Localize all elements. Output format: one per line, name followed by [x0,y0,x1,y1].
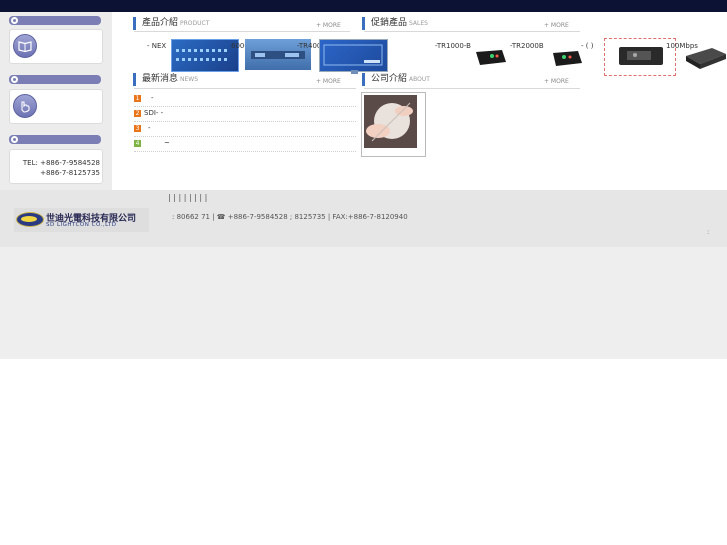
news-text[interactable]: SDI- - [144,109,163,117]
product-section-title: 產品介紹 PRODUCT [133,17,209,30]
sales-title-en: SALES [409,20,428,27]
left-sidebar: TEL: +886-7-9584528 +886-7-8125735 [0,12,112,190]
news-number-badge: 4 [134,140,141,147]
about-section-title: 公司介紹 ABOUT [362,73,430,86]
footer-right-mark: : [707,228,710,236]
news-row[interactable]: 4 ~ [134,136,356,152]
product-item-1[interactable]: - NEX [147,42,166,50]
news-row[interactable]: 2 SDI- - [134,106,356,122]
divider [134,88,356,89]
news-text[interactable]: ~ [164,139,170,147]
sales-more-link[interactable]: + MORE [544,22,569,29]
news-row[interactable]: 3 - [134,121,356,137]
sidebar-box-phone: TEL: +886-7-9584528 +886-7-8125735 [9,149,103,184]
about-photo[interactable] [361,92,426,157]
sales-item-2[interactable]: -TR2000B [510,42,544,50]
divider [134,31,350,32]
about-title-en: ABOUT [409,76,430,83]
sales-thumbnail-1[interactable] [472,44,510,70]
news-number-badge: 3 [134,125,141,132]
sidebar-header-2 [9,75,101,84]
sales-item-1[interactable]: -TR1000-B [435,42,471,50]
sidebar-box-catalog[interactable] [9,29,103,64]
sidebar-header-3 [9,135,101,144]
news-row[interactable]: 1 - [134,91,356,107]
divider [364,88,580,89]
divider [364,31,580,32]
book-icon[interactable] [13,34,37,58]
footer-address-line: : 80662 71 | ☎ +886-7-9584528 ; 8125735 … [172,213,408,221]
company-logo-icon [16,212,44,227]
footer-nav-links[interactable]: | | | | | | | | [168,193,207,202]
phone-number-2: +886-7-8125735 [40,169,100,177]
product-thumbnail-1[interactable] [171,39,239,72]
sales-section-title: 促銷產品 SALES [362,17,428,30]
bullet-icon [11,136,18,143]
sales-title-cn: 促銷產品 [371,18,408,28]
about-title-cn: 公司介紹 [371,74,408,84]
sales-thumbnail-4[interactable] [682,42,727,72]
hand-pointer-icon[interactable] [13,94,37,118]
news-more-link[interactable]: + MORE [316,78,341,85]
product-title-en: PRODUCT [180,20,210,27]
top-banner [0,0,727,12]
bullet-icon [11,17,18,24]
news-title-en: NEWS [180,76,199,83]
sales-item-3[interactable]: - ( ) [581,42,593,50]
phone-number-1: TEL: +886-7-9584528 [22,159,100,167]
news-text[interactable]: - [151,94,154,102]
product-thumbnail-3[interactable] [319,39,388,72]
bullet-icon [11,76,18,83]
sidebar-header-1 [9,16,101,25]
news-number-badge: 1 [134,95,141,102]
news-section-title: 最新消息 NEWS [133,73,198,86]
company-name-en: SD LIGHTCON CO.,LTD [46,222,117,228]
news-title-cn: 最新消息 [142,74,179,84]
product-scroll-marker [351,70,358,74]
product-title-cn: 產品介紹 [142,18,179,28]
sidebar-box-contact[interactable] [9,89,103,124]
news-text[interactable]: - [148,124,151,132]
product-more-link[interactable]: + MORE [316,22,341,29]
about-more-link[interactable]: + MORE [544,78,569,85]
lower-background [0,247,727,359]
news-number-badge: 2 [134,110,141,117]
